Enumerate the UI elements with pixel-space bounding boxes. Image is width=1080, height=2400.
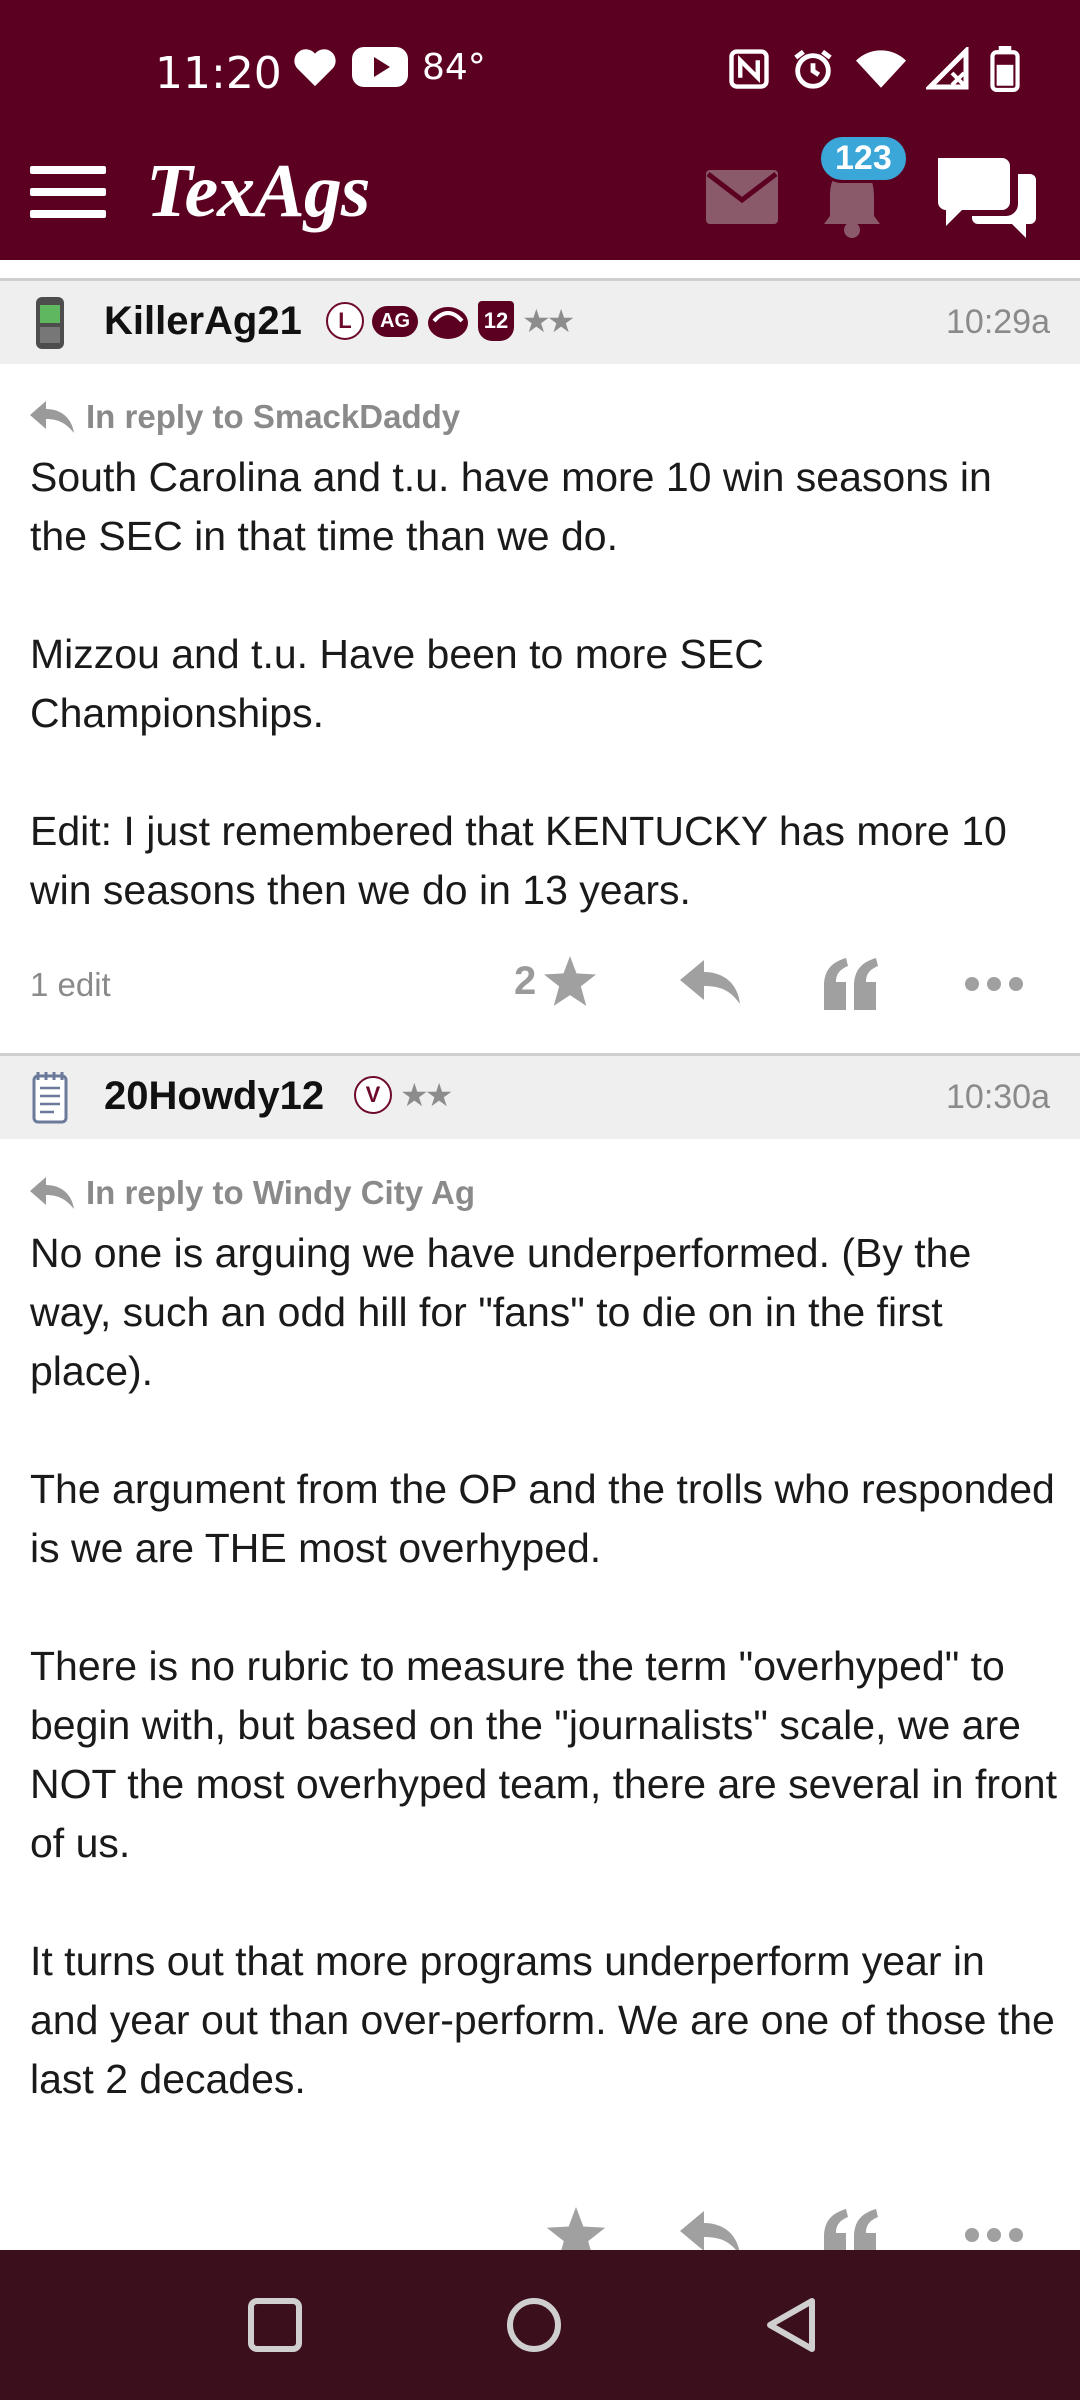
youtube-icon	[352, 47, 408, 87]
badge-v: V	[354, 1076, 392, 1114]
top-header: 11:20 84° TexAgs 123	[0, 0, 1080, 260]
rating-stars: ★★	[400, 1077, 453, 1113]
star-count-button[interactable]: 2	[514, 956, 597, 1006]
post-body: No one is arguing we have underperformed…	[30, 1230, 1058, 2102]
post-actions: 1 edit 2	[0, 944, 1080, 1024]
quote-icon[interactable]	[820, 956, 880, 1012]
user-badges: V ★★	[354, 1076, 453, 1114]
notification-count-badge[interactable]: 123	[818, 134, 909, 183]
post-time: 10:29a	[946, 303, 1050, 341]
more-icon[interactable]	[964, 956, 1024, 1012]
circle-nav-icon[interactable]	[504, 2295, 564, 2355]
system-nav-bar	[0, 2250, 1080, 2400]
reply-icon	[30, 1177, 74, 1209]
phone-avatar-icon[interactable]	[30, 297, 70, 349]
reply-to-link[interactable]: In reply to SmackDaddy	[30, 398, 460, 436]
texags-logo[interactable]: TexAgs	[146, 148, 370, 235]
alarm-icon	[794, 49, 832, 89]
back-nav-icon[interactable]	[762, 2295, 822, 2355]
rating-stars: ★★	[522, 303, 575, 339]
square-nav-icon[interactable]	[245, 2295, 305, 2355]
post-username[interactable]: 20Howdy12	[104, 1074, 324, 1119]
mail-icon[interactable]	[706, 170, 778, 224]
wifi-icon	[856, 50, 906, 88]
status-left-icons: 84°	[292, 46, 486, 88]
reply-to-text: In reply to Windy City Ag	[86, 1174, 475, 1211]
post-header: 20Howdy12 V ★★ 10:30a	[0, 1053, 1080, 1139]
team-logo-icon	[428, 307, 468, 339]
post-header: KillerAg21 L AG 12 ★★ 10:29a	[0, 278, 1080, 364]
post-time: 10:30a	[946, 1078, 1050, 1116]
status-temperature: 84°	[422, 46, 486, 88]
heart-icon	[294, 49, 336, 87]
edit-count[interactable]: 1 edit	[30, 966, 111, 1004]
cell-signal-icon	[926, 47, 969, 90]
badge-12th-man: 12	[478, 301, 514, 341]
star-icon	[544, 956, 597, 1006]
reply-to-text: In reply to SmackDaddy	[86, 398, 461, 435]
chat-icon[interactable]	[934, 150, 1038, 246]
notepad-avatar-icon[interactable]	[30, 1072, 70, 1124]
post-username[interactable]: KillerAg21	[104, 299, 302, 344]
menu-icon[interactable]	[30, 158, 106, 234]
reply-to-link[interactable]: In reply to Windy City Ag	[30, 1174, 475, 1212]
status-right-icons	[728, 46, 1020, 92]
status-bar: 11:20 84°	[0, 30, 1080, 114]
app-bar: TexAgs 123	[0, 134, 1080, 260]
user-badges: L AG 12 ★★	[326, 301, 575, 341]
star-count-value: 2	[514, 958, 537, 1003]
reply-icon[interactable]	[680, 956, 740, 1012]
badge-l: L	[326, 302, 364, 340]
battery-icon	[990, 46, 1020, 92]
reply-icon	[30, 401, 74, 433]
status-time: 11:20	[155, 48, 282, 99]
post-body: South Carolina and t.u. have more 10 win…	[30, 454, 1007, 913]
nfc-icon	[729, 49, 769, 89]
badge-ag: AG	[372, 305, 418, 337]
